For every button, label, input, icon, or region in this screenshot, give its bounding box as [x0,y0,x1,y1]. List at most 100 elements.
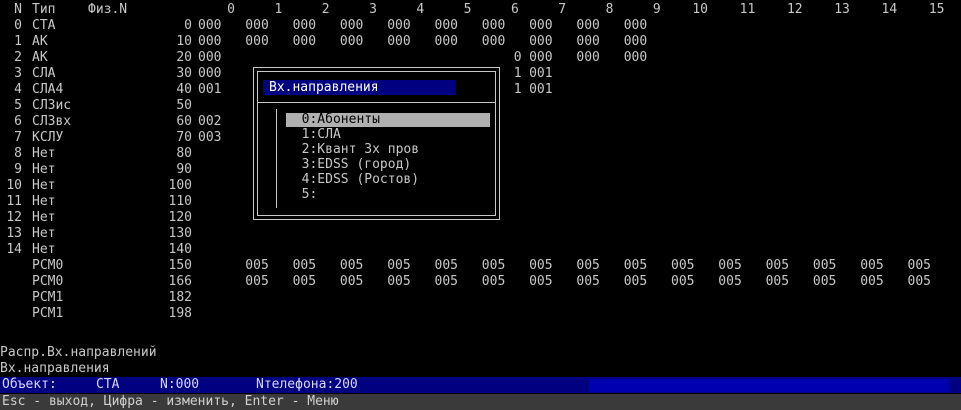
row-phys: 110 [168,194,192,209]
row-phys: 130 [168,226,192,241]
list-border [276,109,277,208]
row-number: 13 [6,226,22,241]
row-number [2,307,22,321]
terminal-screen: N Тип Физ.N 0 1 2 3 4 5 6 7 8 9 10 11 12 13 14 15 0 СТА 0 000… [0,0,961,410]
row-cell: 1 [513,82,522,97]
status-title: Распр.Вх.направлений [0,345,157,360]
object-input-field[interactable] [589,379,949,392]
row-cell: 005 [765,274,790,289]
dialog-option[interactable]: 2:Квант 3х пров [286,143,490,157]
row-cell: 005 [907,274,931,289]
row-phys: 182 [168,290,192,305]
status-subtitle: Вх.направления [0,361,110,376]
row-cell: 005 [860,274,884,289]
object-phone: Nтелефона:200 [256,377,358,392]
row-cell: 000 [292,18,317,33]
row-type: Нет [32,210,56,225]
row-phys: 60 [176,114,192,129]
row-cell: 1 [513,66,522,81]
header-col: 15 [928,2,945,17]
row-cell: 000 [623,34,648,49]
header-col: 5 [463,2,472,17]
row-cell: 000 [387,18,411,33]
row-phys: 0 [184,18,192,33]
row-number: 14 [6,242,22,257]
row-phys: 90 [176,162,192,177]
row-cell: 005 [529,274,553,289]
row-number: 3 [14,66,22,81]
help-text: Esc - выход, Цифра - изменить, Enter - М… [2,394,339,409]
row-cell: 000 [245,18,269,33]
row-cell: 000 [339,18,364,33]
row-number: 1 [14,34,22,49]
dialog-option[interactable]: 3:EDSS (город) [286,158,490,172]
row-cell: 005 [387,258,411,273]
header-col: 6 [510,2,519,17]
object-label: Объект: [2,377,57,392]
row-number: 11 [6,194,22,209]
row-phys: 70 [176,130,192,145]
dialog-option[interactable]: 4:EDSS (Ростов) [286,173,490,187]
row-type: PCM0 [32,274,64,289]
row-cell: 000 [387,34,411,49]
object-type: СТА [96,377,120,392]
row-phys: 40 [176,82,192,97]
header-col: 7 [558,2,567,17]
dialog-option[interactable]: 5: [286,188,490,202]
dialog-divider [257,102,496,103]
row-type: PCM1 [32,290,64,305]
row-cell: 005 [718,274,742,289]
row-number: 8 [14,146,22,161]
row-cell: 005 [718,258,742,273]
row-number: 4 [14,82,22,97]
row-cell: 005 [812,258,837,273]
row-cell: 000 [198,34,222,49]
row-type: Нет [32,194,56,209]
row-cell: 005 [623,274,648,289]
row-number: 10 [6,178,22,193]
row-type: СЛА [32,66,56,81]
row-number: 7 [14,130,22,145]
row-type: КСЛУ [32,130,64,145]
row-phys: 100 [168,178,192,193]
row-cell: 000 [198,50,222,65]
row-cell: 005 [576,274,600,289]
row-type: СЛЗис [32,98,72,113]
row-cell: 005 [481,258,506,273]
header-col: 0 [227,2,235,17]
dialog-option-list: 0:Абоненты 1:СЛА 2:Квант 3х пров 3:EDSS … [276,109,498,210]
row-cell: 005 [434,258,458,273]
row-cell: 002 [198,114,222,129]
row-type: Нет [32,226,56,241]
row-cell: 000 [434,34,458,49]
dialog-option[interactable]: 1:СЛА [286,128,490,142]
row-cell: 001 [198,82,222,97]
row-cell: 0 [513,50,522,65]
row-phys: 166 [168,274,192,289]
row-cell: 000 [576,18,600,33]
row-phys: 198 [168,306,192,321]
dialog-option[interactable]: 0:Абоненты [286,113,490,127]
row-cell: 005 [245,258,269,273]
row-cell: 005 [481,274,506,289]
row-cell: 005 [529,258,553,273]
row-cell: 003 [198,130,222,145]
row-cell: 005 [812,274,837,289]
row-cell: 000 [198,66,222,81]
row-type: СЛА4 [32,82,64,97]
header-col: 3 [369,2,377,17]
header-col: 12 [786,2,803,17]
header-col: 8 [605,2,614,17]
row-number [2,275,22,289]
header-n: N [14,2,22,17]
row-type: СТА [32,18,56,33]
dialog-title: Вх.направления [263,80,456,95]
header-col: 1 [274,2,283,17]
row-cell: 000 [481,34,506,49]
row-type: Нет [32,178,56,193]
row-cell: 005 [292,274,317,289]
row-cell: 005 [292,258,317,273]
row-cell: 005 [339,258,364,273]
header-type: Тип [32,2,56,17]
row-type: Нет [32,162,56,177]
